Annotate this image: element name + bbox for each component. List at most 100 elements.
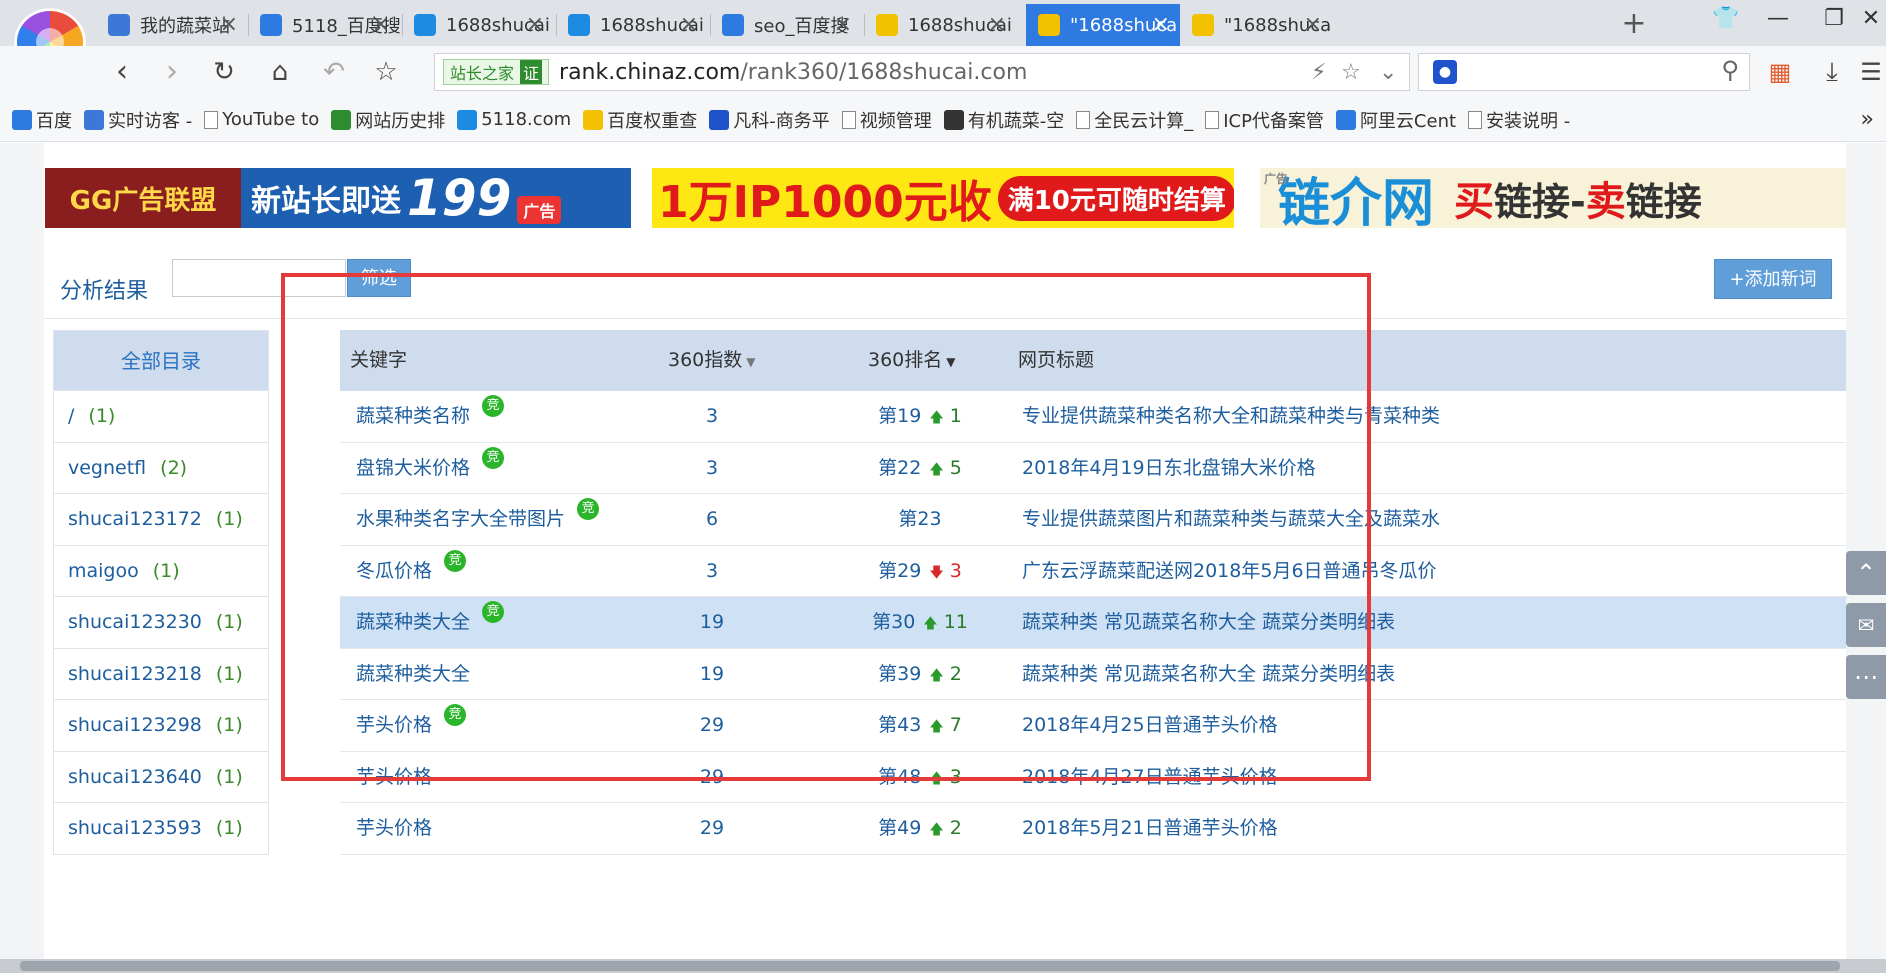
reload-button[interactable]: ↻ bbox=[204, 52, 244, 92]
keyword-link[interactable]: 蔬菜种类名称 bbox=[356, 391, 470, 443]
competition-badge-icon[interactable]: 竞 bbox=[444, 704, 466, 726]
bookmark-item[interactable]: 百度 bbox=[12, 107, 72, 133]
directory-item[interactable]: shucai123593 (1) bbox=[53, 803, 269, 855]
page-title-link[interactable]: 2018年4月19日东北盘锦大米价格 bbox=[1022, 443, 1316, 495]
keyword-link[interactable]: 水果种类名字大全带图片 bbox=[356, 494, 565, 546]
lightning-icon[interactable]: ⚡ bbox=[1311, 60, 1326, 85]
tab[interactable]: "1688shuca × bbox=[1026, 4, 1180, 46]
competition-badge-icon[interactable]: 竞 bbox=[482, 395, 504, 417]
keyword-link[interactable]: 芋头价格 bbox=[356, 803, 432, 855]
more-icon[interactable]: ⋯ bbox=[1846, 655, 1886, 699]
tab[interactable]: 1688shucai × bbox=[556, 4, 708, 46]
page-title-link[interactable]: 蔬菜种类 常见蔬菜名称大全 蔬菜分类明细表 bbox=[1022, 649, 1395, 701]
tab[interactable]: "1688shuca × bbox=[1180, 4, 1332, 46]
close-icon[interactable]: × bbox=[1152, 12, 1170, 37]
directory-item[interactable]: shucai123218 (1) bbox=[53, 648, 269, 700]
close-icon[interactable]: × bbox=[372, 12, 390, 37]
bookmark-item[interactable]: 百度权重查 bbox=[583, 107, 697, 133]
bookmark-item[interactable]: YouTube to bbox=[204, 109, 319, 130]
tab[interactable]: 1688shucai × bbox=[402, 4, 554, 46]
back-to-top-icon[interactable]: ⌃ bbox=[1846, 551, 1886, 595]
competition-badge-icon[interactable]: 竞 bbox=[444, 549, 466, 572]
page-title-link[interactable]: 广东云浮蔬菜配送网2018年5月6日普通吊冬瓜价 bbox=[1022, 546, 1437, 598]
keyword-link[interactable]: 蔬菜种类大全 bbox=[356, 649, 470, 701]
bookmark-item[interactable]: ICP代备案管 bbox=[1205, 107, 1324, 133]
bookmark-item[interactable]: 全民云计算_ bbox=[1076, 107, 1193, 133]
search-box[interactable]: ● ⚲ bbox=[1418, 53, 1750, 91]
page-title-link[interactable]: 专业提供蔬菜种类名称大全和蔬菜种类与青菜种类 bbox=[1022, 391, 1440, 443]
filter-input[interactable] bbox=[172, 259, 346, 297]
page-title-link[interactable]: 2018年5月21日普通芋头价格 bbox=[1022, 803, 1278, 855]
close-icon[interactable]: × bbox=[1304, 12, 1322, 37]
add-keyword-button[interactable]: +添加新词 bbox=[1714, 259, 1832, 299]
close-icon[interactable]: × bbox=[834, 12, 852, 37]
bookmark-item[interactable]: 凡科-商务平 bbox=[709, 107, 830, 133]
filter-button[interactable]: 筛选 bbox=[347, 259, 411, 297]
ad-banner-lianjie[interactable]: 广告 链介网 买 链接- 卖 链接 bbox=[1260, 168, 1846, 228]
page-title-link[interactable]: 专业提供蔬菜图片和蔬菜种类与蔬菜大全及蔬菜水 bbox=[1022, 494, 1440, 546]
table-row[interactable]: 冬瓜价格竞 3 第29 🡇 3 广东云浮蔬菜配送网2018年5月6日普通吊冬瓜价 bbox=[340, 545, 1846, 598]
competition-badge-icon[interactable]: 竞 bbox=[482, 601, 504, 623]
directory-item[interactable]: shucai123298 (1) bbox=[53, 700, 269, 752]
directory-header[interactable]: 全部目录 bbox=[53, 330, 269, 391]
new-tab-button[interactable]: + bbox=[1618, 6, 1650, 41]
horizontal-scrollbar[interactable] bbox=[0, 959, 1886, 973]
feedback-icon[interactable]: ✉ bbox=[1846, 603, 1886, 647]
keyword-link[interactable]: 冬瓜价格 bbox=[356, 546, 432, 598]
close-icon[interactable]: × bbox=[680, 12, 698, 37]
close-icon[interactable]: × bbox=[988, 12, 1006, 37]
bookmark-item[interactable]: 视频管理 bbox=[841, 107, 932, 133]
url-field[interactable]: 站长之家 证 rank.chinaz.com /rank360/1688shuc… bbox=[434, 53, 1410, 91]
bookmark-item[interactable]: 安装说明 - bbox=[1468, 107, 1570, 133]
apps-grid-icon[interactable]: ▦ bbox=[1760, 52, 1800, 92]
table-row[interactable]: 芋头价格 29 第49 🡅 2 2018年5月21日普通芋头价格 bbox=[340, 803, 1846, 855]
close-window-button[interactable]: ✕ bbox=[1856, 6, 1886, 31]
directory-item[interactable]: maigoo (1) bbox=[53, 545, 269, 597]
tab[interactable]: seo_百度搜 × bbox=[710, 4, 862, 46]
table-row[interactable]: 蔬菜种类大全 19 第39 🡅 2 蔬菜种类 常见蔬菜名称大全 蔬菜分类明细表 bbox=[340, 648, 1846, 701]
ad-banner-ip[interactable]: 1万IP1000元收 满10元可随时结算 广告 bbox=[652, 168, 1234, 228]
bookmark-star-icon[interactable]: ☆ bbox=[1341, 60, 1361, 85]
download-icon[interactable]: ⤓ bbox=[1812, 52, 1852, 92]
table-row[interactable]: 芋头价格竞 29 第43 🡅 7 2018年4月25日普通芋头价格 bbox=[340, 700, 1846, 752]
forward-button[interactable]: › bbox=[152, 52, 192, 92]
back-button[interactable]: ‹ bbox=[102, 52, 142, 92]
table-row[interactable]: 芋头价格 29 第48 🡅 3 2018年4月27日普通芋头价格 bbox=[340, 751, 1846, 804]
table-row[interactable]: 蔬菜种类名称竞 3 第19 🡅 1 专业提供蔬菜种类名称大全和蔬菜种类与青菜种类 bbox=[340, 391, 1846, 443]
table-row[interactable]: 盘锦大米价格竞 3 第22 🡅 5 2018年4月19日东北盘锦大米价格 bbox=[340, 442, 1846, 495]
column-header-360-index[interactable]: 360指数 ▼ bbox=[668, 330, 756, 391]
tab[interactable]: 5118_百度搜 × bbox=[248, 4, 400, 46]
page-title-link[interactable]: 2018年4月25日普通芋头价格 bbox=[1022, 700, 1278, 752]
bookmark-item[interactable]: 有机蔬菜-空 bbox=[943, 107, 1064, 133]
minimize-button[interactable]: — bbox=[1758, 6, 1798, 31]
undo-close-button[interactable]: ↶ bbox=[314, 52, 354, 92]
competition-badge-icon[interactable]: 竞 bbox=[482, 446, 504, 469]
favorite-star-button[interactable]: ☆ bbox=[366, 52, 406, 92]
column-header-360-rank[interactable]: 360排名 ▼ bbox=[868, 330, 956, 391]
table-row[interactable]: 水果种类名字大全带图片竞 6 第23 专业提供蔬菜图片和蔬菜种类与蔬菜大全及蔬菜水 bbox=[340, 494, 1846, 546]
skin-icon[interactable]: 👕 bbox=[1706, 6, 1746, 31]
menu-icon[interactable]: ☰ bbox=[1856, 52, 1886, 92]
site-identity-badge[interactable]: 站长之家 证 bbox=[443, 59, 550, 85]
directory-item[interactable]: / (1) bbox=[53, 391, 269, 443]
home-button[interactable]: ⌂ bbox=[260, 52, 300, 92]
scrollbar-thumb[interactable] bbox=[20, 961, 1840, 971]
search-icon[interactable]: ⚲ bbox=[1721, 56, 1739, 84]
bookmark-item[interactable]: 网站历史排 bbox=[331, 107, 445, 133]
chevron-down-icon[interactable]: ⌄ bbox=[1379, 60, 1397, 85]
table-row[interactable]: 蔬菜种类大全竞 19 第30 🡅 11 蔬菜种类 常见蔬菜名称大全 蔬菜分类明细表 bbox=[340, 597, 1846, 649]
close-icon[interactable]: × bbox=[526, 12, 544, 37]
directory-item[interactable]: shucai123230 (1) bbox=[53, 597, 269, 649]
directory-item[interactable]: shucai123172 (1) bbox=[53, 494, 269, 546]
keyword-link[interactable]: 芋头价格 bbox=[356, 700, 432, 752]
directory-item[interactable]: vegnetfl (2) bbox=[53, 442, 269, 494]
directory-item[interactable]: shucai123640 (1) bbox=[53, 751, 269, 803]
bookmark-item[interactable]: 阿里云Cent bbox=[1335, 107, 1456, 133]
tab[interactable]: 我的蔬菜站 × bbox=[96, 4, 248, 46]
keyword-link[interactable]: 盘锦大米价格 bbox=[356, 443, 470, 495]
bookmark-item[interactable]: 5118.com bbox=[457, 109, 571, 130]
competition-badge-icon[interactable]: 竞 bbox=[577, 498, 599, 520]
page-title-link[interactable]: 2018年4月27日普通芋头价格 bbox=[1022, 752, 1278, 804]
ad-banner-ggad[interactable]: GG广告联盟 新站长即送 199 广告 bbox=[45, 168, 631, 228]
close-icon[interactable]: × bbox=[220, 12, 238, 37]
